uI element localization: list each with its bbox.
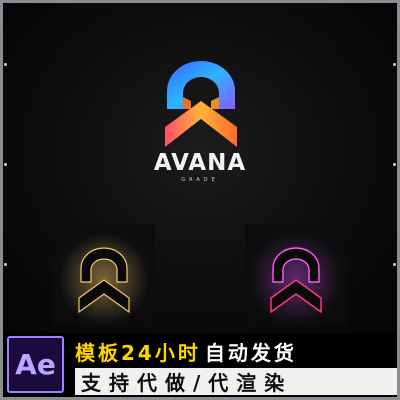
promo-line-1-highlight: 模板24小时 — [75, 340, 201, 365]
frame-rivet — [393, 263, 396, 266]
image-frame: AVANA GRADE Ae 模板24小时 自动发货 支持代做/代渲染 — [0, 0, 400, 400]
promo-line-1: 模板24小时 自动发货 — [75, 338, 297, 365]
frame-rivet — [393, 63, 396, 66]
frame-rivet — [4, 263, 7, 266]
pink-glow-logo-icon — [251, 234, 341, 324]
frame-rivet — [4, 163, 7, 166]
brand-subtitle: GRADE — [181, 177, 219, 183]
promo-line-1-text: 自动发货 — [204, 340, 297, 365]
after-effects-badge: Ae — [7, 336, 64, 393]
scene-background: AVANA GRADE — [3, 3, 397, 333]
promo-line-2: 支持代做/代渲染 — [75, 368, 397, 395]
frame-rivet — [393, 163, 396, 166]
preview-panel-pink — [245, 224, 347, 326]
brand-title: AVANA — [153, 150, 247, 176]
warm-glow-logo-icon — [59, 234, 149, 324]
preview-panel-warm — [53, 224, 155, 326]
arch-chevron-logo-icon — [165, 61, 237, 147]
frame-rivet — [4, 63, 7, 66]
